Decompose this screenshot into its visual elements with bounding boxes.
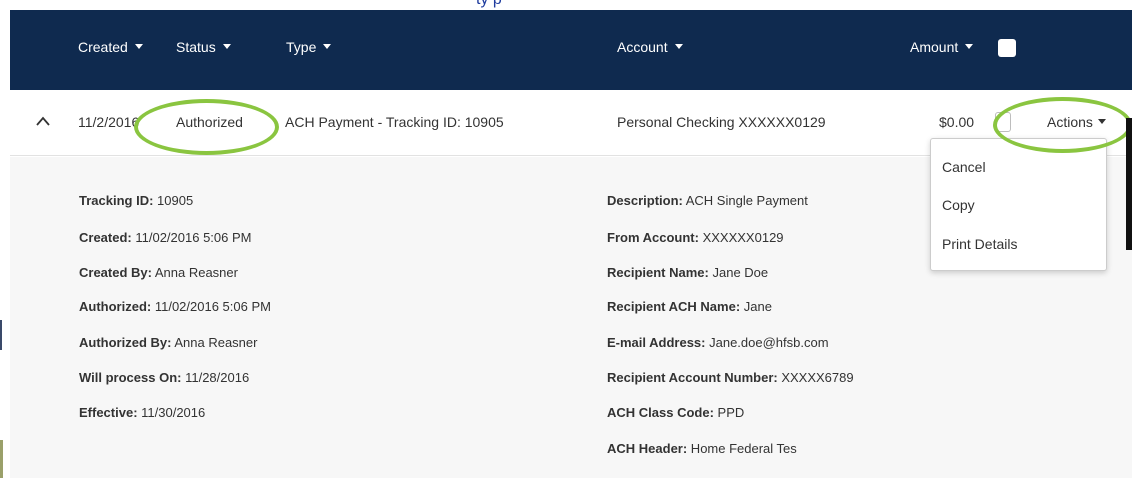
row-status: Authorized: [176, 114, 243, 130]
column-account[interactable]: Account: [617, 39, 683, 55]
top-strip: ty p: [0, 0, 1132, 10]
detail-created: Created: 11/02/2016 5:06 PM: [79, 230, 252, 245]
caret-down-icon: [134, 43, 143, 49]
caret-down-icon: [965, 43, 974, 49]
actions-label: Actions: [1047, 114, 1093, 130]
detail-ach-header: ACH Header: Home Federal Tes: [607, 441, 797, 456]
row-created: 11/2/2016: [78, 114, 140, 130]
detail-email-address: E-mail Address: Jane.doe@hfsb.com: [607, 335, 829, 350]
row-type: ACH Payment - Tracking ID: 10905: [285, 114, 504, 130]
column-account-label: Account: [617, 39, 668, 55]
column-created[interactable]: Created: [78, 39, 143, 55]
detail-created-by: Created By: Anna Reasner: [79, 265, 238, 280]
caret-down-icon: [674, 43, 683, 49]
menu-item-copy[interactable]: Copy: [942, 197, 975, 213]
top-strip-text: ty p: [476, 0, 502, 9]
detail-recipient-account-number: Recipient Account Number: XXXXX6789: [607, 370, 854, 385]
table-header: Created Status Type Account Amount: [10, 10, 1132, 90]
select-all-checkbox[interactable]: [998, 39, 1016, 57]
menu-item-print-details[interactable]: Print Details: [942, 236, 1017, 252]
page-edge-left-upper: [0, 320, 2, 350]
actions-menu: Cancel Copy Print Details: [930, 138, 1107, 271]
detail-recipient-name: Recipient Name: Jane Doe: [607, 265, 769, 280]
caret-down-icon: [323, 43, 332, 49]
chevron-up-icon[interactable]: [35, 115, 51, 127]
detail-ach-class-code: ACH Class Code: PPD: [607, 405, 745, 420]
detail-will-process-on: Will process On: 11/28/2016: [79, 370, 250, 385]
page-edge: [1126, 118, 1132, 250]
detail-from-account: From Account: XXXXXX0129: [607, 230, 784, 245]
page-edge-left: [0, 440, 3, 478]
column-status[interactable]: Status: [176, 39, 231, 55]
column-type[interactable]: Type: [286, 39, 332, 55]
detail-authorized-by: Authorized By: Anna Reasner: [79, 335, 258, 350]
column-status-label: Status: [176, 39, 216, 55]
column-amount-label: Amount: [910, 39, 959, 55]
detail-authorized: Authorized: 11/02/2016 5:06 PM: [79, 299, 271, 314]
row-account: Personal Checking XXXXXX0129: [617, 114, 826, 130]
detail-description: Description: ACH Single Payment: [607, 193, 808, 208]
detail-recipient-ach-name: Recipient ACH Name: Jane: [607, 299, 772, 314]
menu-item-cancel[interactable]: Cancel: [942, 159, 986, 175]
row-checkbox[interactable]: [995, 112, 1011, 132]
row-amount: $0.00: [939, 114, 975, 130]
caret-down-icon: [1097, 118, 1106, 124]
detail-tracking-id: Tracking ID: 10905: [79, 193, 194, 208]
column-amount[interactable]: Amount: [910, 39, 974, 55]
detail-effective: Effective: 11/30/2016: [79, 405, 206, 420]
actions-dropdown[interactable]: Actions: [1047, 114, 1106, 130]
caret-down-icon: [222, 43, 231, 49]
column-type-label: Type: [286, 39, 317, 55]
column-created-label: Created: [78, 39, 128, 55]
